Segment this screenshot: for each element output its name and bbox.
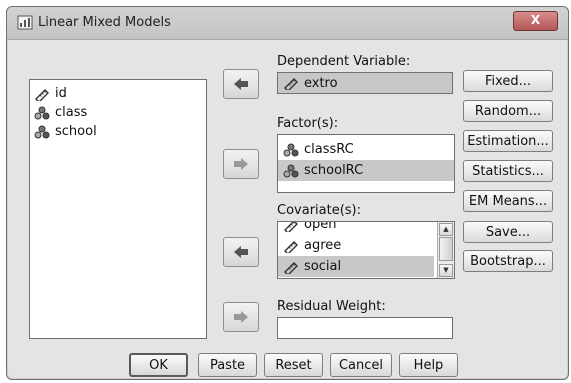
arrow-left-icon <box>234 246 248 258</box>
title-bar[interactable]: Linear Mixed Models X <box>7 7 568 40</box>
dialog-body: id class school Dependent Variable: extr… <box>15 47 560 377</box>
list-item[interactable]: classRC <box>278 139 454 160</box>
factor-label: schoolRC <box>304 163 364 178</box>
covariate-label: social <box>304 259 342 274</box>
scroll-up-icon[interactable]: ▲ <box>439 223 453 236</box>
variable-label: school <box>55 124 97 139</box>
fixed-button[interactable]: Fixed... <box>463 70 553 92</box>
scale-ruler-icon <box>284 78 298 90</box>
nominal-variable-icon <box>283 143 299 156</box>
nominal-variable-icon <box>34 125 50 138</box>
window-title: Linear Mixed Models <box>38 15 171 30</box>
variable-label: class <box>55 105 88 120</box>
list-item[interactable]: class <box>30 103 206 122</box>
bootstrap-button[interactable]: Bootstrap... <box>463 250 553 272</box>
covariates-label: Covariate(s): <box>277 203 362 218</box>
move-residual-weight-button[interactable] <box>223 302 259 332</box>
list-item[interactable]: schoolRC <box>278 160 454 181</box>
em-means-button[interactable]: EM Means... <box>463 190 553 212</box>
reset-button[interactable]: Reset <box>264 353 323 377</box>
cancel-button[interactable]: Cancel <box>330 353 392 377</box>
factors-list[interactable]: classRC schoolRC <box>277 134 455 193</box>
residual-weight-field[interactable] <box>277 317 453 339</box>
arrow-left-icon <box>234 78 248 90</box>
move-covariate-button[interactable] <box>223 237 259 267</box>
arrow-right-icon <box>234 311 248 323</box>
dependent-variable-field[interactable]: extro <box>277 72 453 94</box>
scale-ruler-icon <box>284 222 298 232</box>
variable-label: id <box>55 86 67 101</box>
nominal-variable-icon <box>283 164 299 177</box>
dependent-variable-value: extro <box>304 75 338 91</box>
list-item[interactable]: id <box>30 84 206 103</box>
scroll-thumb[interactable] <box>439 237 453 261</box>
factor-label: classRC <box>304 142 354 157</box>
paste-button[interactable]: Paste <box>198 353 257 377</box>
help-button[interactable]: Help <box>399 353 458 377</box>
covariate-label: agree <box>304 238 342 253</box>
save-button[interactable]: Save... <box>463 221 553 243</box>
statistics-button[interactable]: Statistics... <box>463 160 553 182</box>
list-item[interactable]: school <box>30 122 206 141</box>
move-dependent-button[interactable] <box>223 69 259 99</box>
scale-ruler-icon <box>284 261 298 274</box>
covariates-scrollbar[interactable]: ▲ ▼ <box>437 222 454 278</box>
list-item[interactable]: open <box>278 221 434 235</box>
app-icon <box>17 15 33 30</box>
move-factor-button[interactable] <box>223 149 259 179</box>
list-item[interactable]: social <box>278 256 434 277</box>
close-button[interactable]: X <box>513 11 558 31</box>
ok-button[interactable]: OK <box>129 353 188 377</box>
covariates-list[interactable]: open agree social ▲ ▼ <box>277 221 455 279</box>
dependent-variable-label: Dependent Variable: <box>277 54 411 69</box>
scroll-down-icon[interactable]: ▼ <box>439 264 453 277</box>
scale-ruler-icon <box>284 240 298 253</box>
residual-weight-label: Residual Weight: <box>277 299 386 314</box>
estimation-button[interactable]: Estimation... <box>463 130 553 152</box>
scale-ruler-icon <box>35 88 49 101</box>
covariate-label: open <box>304 221 337 232</box>
random-button[interactable]: Random... <box>463 100 553 122</box>
linear-mixed-models-dialog: Linear Mixed Models X id class school De… <box>6 6 569 380</box>
list-item[interactable]: agree <box>278 235 434 256</box>
nominal-variable-icon <box>34 106 50 119</box>
arrow-right-icon <box>234 158 248 170</box>
factors-label: Factor(s): <box>277 116 339 131</box>
source-variable-list[interactable]: id class school <box>29 79 207 339</box>
